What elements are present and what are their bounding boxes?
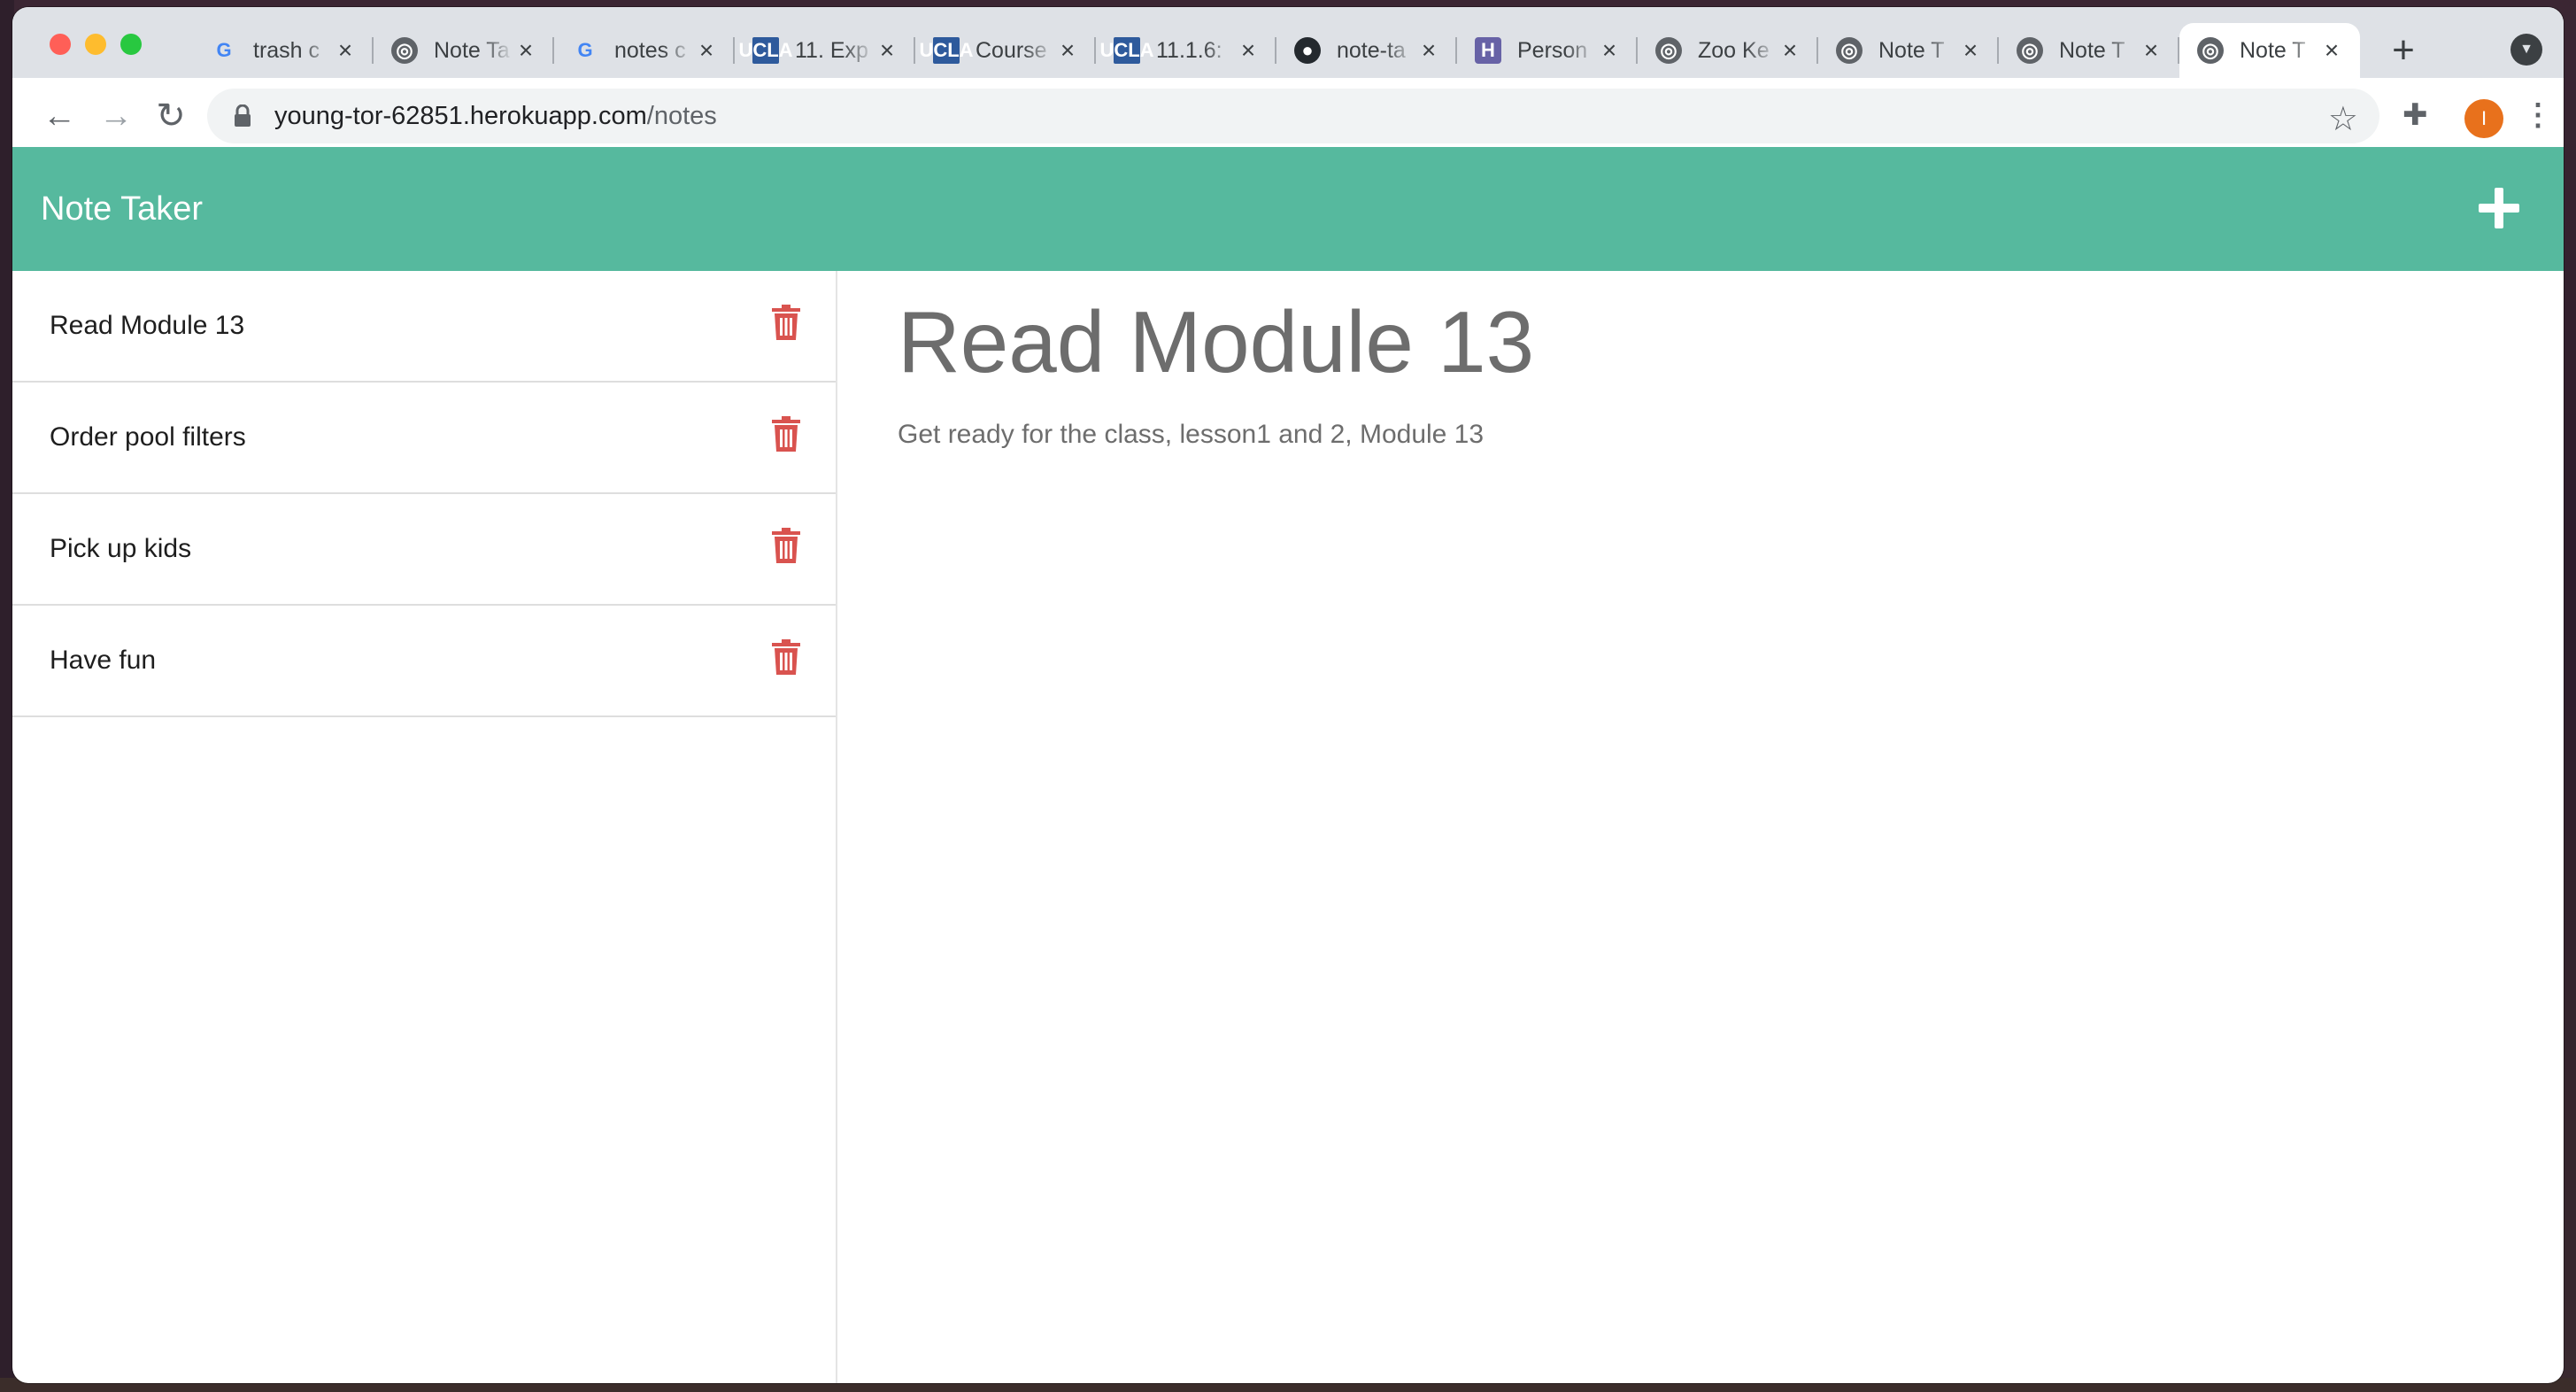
trash-icon[interactable] bbox=[772, 639, 800, 675]
note-editor: Read Module 13 Get ready for the class, … bbox=[898, 271, 2544, 1334]
address-bar[interactable]: young-tor-62851.herokuapp.com/notes ☆ bbox=[207, 89, 2379, 143]
url-path: /notes bbox=[646, 102, 717, 130]
browser-toolbar: ← → ↻ young-tor-62851.herokuapp.com/note… bbox=[12, 78, 2564, 154]
list-item[interactable]: Pick up kids bbox=[12, 494, 836, 606]
tab-title: Note T bbox=[1878, 37, 1945, 63]
close-icon[interactable]: × bbox=[2319, 36, 2344, 64]
close-icon[interactable]: × bbox=[1778, 36, 1802, 64]
close-icon[interactable]: × bbox=[1236, 36, 1261, 64]
note-list-title: Have fun bbox=[50, 646, 157, 675]
globe-icon: ◎ bbox=[1655, 37, 1682, 64]
browser-tab[interactable]: H Person × bbox=[1457, 23, 1638, 78]
close-icon[interactable]: × bbox=[694, 36, 719, 64]
add-note-plus-icon[interactable] bbox=[2479, 188, 2519, 228]
browser-tab[interactable]: ◎ Note Ta × bbox=[374, 23, 554, 78]
tab-title: 11.1.6: bbox=[1156, 37, 1222, 63]
note-text-textarea[interactable]: Get ready for the class, lesson1 and 2, … bbox=[898, 420, 1484, 450]
zoom-window-button[interactable] bbox=[120, 34, 142, 55]
globe-icon: ◎ bbox=[2197, 37, 2224, 64]
browser-tab[interactable]: G trash c × bbox=[193, 23, 374, 78]
trash-icon[interactable] bbox=[772, 528, 800, 563]
note-list-title: Order pool filters bbox=[50, 422, 246, 452]
profile-avatar[interactable]: I bbox=[2464, 99, 2503, 138]
tab-title: 11. Exp bbox=[795, 37, 868, 63]
browser-tab[interactable]: ◎ Note T × bbox=[1818, 23, 1999, 78]
ucla-icon: UCLA bbox=[738, 37, 793, 64]
close-icon[interactable]: × bbox=[1958, 36, 1983, 64]
trash-icon[interactable] bbox=[772, 305, 800, 340]
window-controls bbox=[50, 34, 142, 55]
browser-tab[interactable]: UCLA Course × bbox=[915, 23, 1096, 78]
browser-tab[interactable]: UCLA 11.1.6: × bbox=[1096, 23, 1276, 78]
tab-title: note-ta bbox=[1337, 37, 1406, 63]
github-icon: ● bbox=[1294, 37, 1321, 64]
heroku-icon: H bbox=[1475, 37, 1501, 64]
tab-title: Note T bbox=[2059, 37, 2125, 63]
tab-title: Zoo Ke bbox=[1698, 37, 1770, 63]
ucla-icon: UCLA bbox=[1099, 37, 1154, 64]
close-window-button[interactable] bbox=[50, 34, 71, 55]
tab-title: Course bbox=[976, 37, 1047, 63]
minimize-window-button[interactable] bbox=[85, 34, 106, 55]
close-icon[interactable]: × bbox=[333, 36, 358, 64]
trash-icon[interactable] bbox=[772, 416, 800, 452]
note-list: Read Module 13 Order pool filters Pick u… bbox=[12, 271, 837, 1383]
back-arrow-icon[interactable]: ← bbox=[35, 92, 83, 140]
browser-tab-active[interactable]: ◎ Note T × bbox=[2179, 23, 2360, 78]
browser-tab[interactable]: ◎ Zoo Ke × bbox=[1638, 23, 1818, 78]
globe-icon: ◎ bbox=[391, 37, 418, 64]
tab-title: Person bbox=[1517, 37, 1588, 63]
google-icon: G bbox=[216, 39, 232, 61]
list-item[interactable]: Read Module 13 bbox=[12, 271, 836, 383]
new-tab-button[interactable]: + bbox=[2379, 27, 2427, 74]
forward-arrow-icon[interactable]: → bbox=[92, 92, 140, 140]
tab-title: trash c bbox=[253, 37, 320, 63]
list-item[interactable]: Have fun bbox=[12, 606, 836, 717]
reload-icon[interactable]: ↻ bbox=[147, 92, 195, 140]
note-title-input[interactable]: Read Module 13 bbox=[898, 292, 1534, 392]
browser-tab[interactable]: UCLA 11. Exp × bbox=[735, 23, 915, 78]
browser-tab[interactable]: G notes c × bbox=[554, 23, 735, 78]
app-title[interactable]: Note Taker bbox=[41, 147, 203, 271]
lock-icon bbox=[235, 104, 251, 127]
close-icon[interactable]: × bbox=[1055, 36, 1080, 64]
list-item[interactable]: Order pool filters bbox=[12, 383, 836, 494]
tab-search-icon[interactable]: ▼ bbox=[2510, 34, 2542, 66]
globe-icon: ◎ bbox=[1836, 37, 1863, 64]
tab-title: Note Ta bbox=[434, 37, 510, 63]
url-text[interactable]: young-tor-62851.herokuapp.com/notes bbox=[274, 89, 717, 143]
browser-tab[interactable]: ● note-ta × bbox=[1276, 23, 1457, 78]
close-icon[interactable]: × bbox=[513, 36, 538, 64]
bookmark-star-icon[interactable]: ☆ bbox=[2328, 99, 2358, 139]
tab-title: Note T bbox=[2240, 37, 2306, 63]
close-icon[interactable]: × bbox=[2139, 36, 2163, 64]
close-icon[interactable]: × bbox=[1597, 36, 1622, 64]
url-host: young-tor-62851.herokuapp.com bbox=[274, 102, 647, 130]
browser-tab[interactable]: ◎ Note T × bbox=[1999, 23, 2179, 78]
ucla-icon: UCLA bbox=[919, 37, 974, 64]
kebab-menu-icon[interactable]: ⋮ bbox=[2523, 97, 2553, 133]
close-icon[interactable]: × bbox=[1416, 36, 1441, 64]
globe-icon: ◎ bbox=[2017, 37, 2043, 64]
close-icon[interactable]: × bbox=[875, 36, 899, 64]
tab-list: G trash c × ◎ Note Ta × G notes c × UCLA… bbox=[193, 23, 2360, 78]
app-navbar: Note Taker bbox=[12, 147, 2564, 271]
extensions-puzzle-icon[interactable]: ✚ bbox=[2402, 97, 2428, 133]
google-icon: G bbox=[577, 39, 593, 61]
browser-window: G trash c × ◎ Note Ta × G notes c × UCLA… bbox=[12, 7, 2564, 1383]
note-list-title: Pick up kids bbox=[50, 534, 192, 563]
tab-strip: G trash c × ◎ Note Ta × G notes c × UCLA… bbox=[12, 7, 2564, 78]
tab-title: notes c bbox=[614, 37, 686, 63]
note-list-title: Read Module 13 bbox=[50, 311, 245, 340]
